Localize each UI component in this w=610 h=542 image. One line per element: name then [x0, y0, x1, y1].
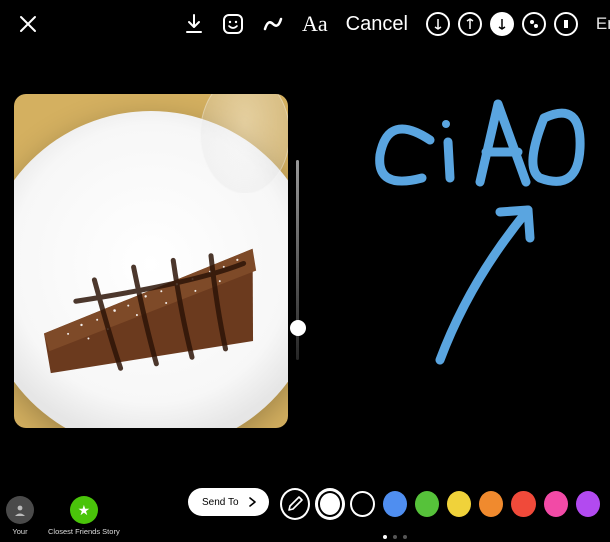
pager-dot-1 — [383, 535, 387, 539]
pen-style-2[interactable] — [458, 12, 482, 36]
color-swatch-black[interactable] — [350, 491, 374, 517]
send-to-button[interactable]: Send To — [188, 488, 269, 516]
color-swatch-white[interactable] — [318, 491, 342, 517]
star-icon: ★ — [70, 496, 98, 524]
editor-toolbar: Aa Cancel End — [0, 0, 610, 48]
pager-dot-3 — [403, 535, 407, 539]
toolbar-overflow-text[interactable]: End — [596, 14, 610, 34]
story-destination-group: Your ★ Closest Friends Story — [6, 496, 120, 536]
color-palette-row — [280, 488, 600, 520]
color-swatch-orange[interactable] — [479, 491, 503, 517]
pager-dot-2 — [393, 535, 397, 539]
color-swatch-green[interactable] — [415, 491, 439, 517]
color-swatch-yellow[interactable] — [447, 491, 471, 517]
sticker-icon[interactable] — [222, 13, 244, 35]
download-icon[interactable] — [184, 13, 204, 35]
color-swatch-blue[interactable] — [383, 491, 407, 517]
send-to-label: Send To — [202, 497, 239, 508]
cake-illustration — [30, 208, 271, 394]
profile-circle-icon — [6, 496, 34, 524]
color-swatch-purple[interactable] — [576, 491, 600, 517]
draw-icon[interactable] — [262, 13, 284, 35]
pen-style-group — [426, 12, 578, 36]
eyedropper-tool[interactable] — [280, 488, 310, 520]
your-story-label: Your — [12, 527, 27, 536]
palette-pager — [383, 535, 407, 539]
story-photo[interactable] — [14, 94, 288, 428]
chevron-right-icon — [245, 495, 259, 509]
pen-style-4[interactable] — [522, 12, 546, 36]
text-tool-button[interactable]: Aa — [302, 11, 328, 37]
brush-size-slider-handle[interactable] — [290, 320, 306, 336]
close-friends-chip[interactable]: ★ Closest Friends Story — [48, 496, 120, 536]
close-friends-label: Closest Friends Story — [48, 527, 120, 536]
close-icon[interactable] — [18, 14, 38, 34]
your-story-chip[interactable]: Your — [6, 496, 34, 536]
pen-style-3-selected[interactable] — [490, 12, 514, 36]
pen-style-5[interactable] — [554, 12, 578, 36]
color-swatch-pink[interactable] — [544, 491, 568, 517]
handwriting-annotation — [330, 70, 610, 370]
color-swatch-red[interactable] — [511, 491, 535, 517]
cancel-button[interactable]: Cancel — [346, 13, 408, 36]
pen-style-1[interactable] — [426, 12, 450, 36]
